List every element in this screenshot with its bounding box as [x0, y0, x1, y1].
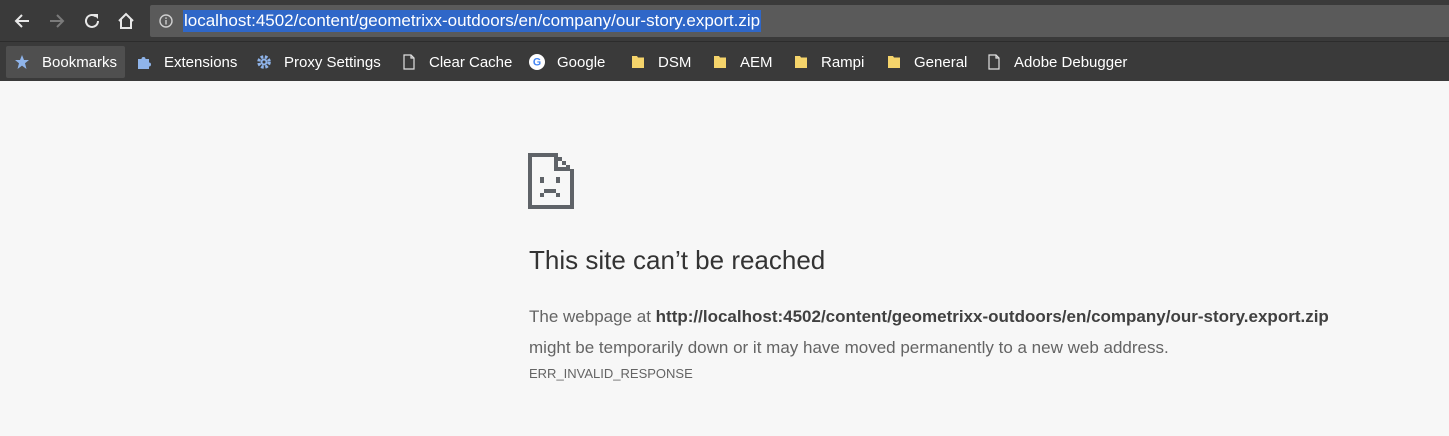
url-text[interactable]: localhost:4502/content/geometrixx-outdoo… — [183, 10, 762, 32]
bookmark-label: AEM — [740, 53, 773, 71]
bookmark-label: Adobe Debugger — [1014, 53, 1128, 71]
home-icon — [118, 12, 134, 29]
bookmark-label: Rampi — [821, 53, 865, 71]
svg-text:G: G — [533, 57, 541, 69]
arrow-right-icon — [50, 14, 65, 28]
error-page: This site can’t be reached The webpage a… — [0, 81, 1449, 436]
error-body-suffix: might be temporarily down or it may have… — [529, 338, 1169, 357]
page-icon — [401, 54, 417, 70]
bookmark-google[interactable]: G Google — [529, 46, 605, 78]
bookmark-adobe-debugger[interactable]: Adobe Debugger — [986, 46, 1127, 78]
bookmark-aem[interactable]: AEM — [712, 46, 773, 78]
browser-toolbar: localhost:4502/content/geometrixx-outdoo… — [0, 0, 1449, 41]
bookmark-rampi[interactable]: Rampi — [793, 46, 864, 78]
page-icon — [986, 54, 1002, 70]
bookmark-general[interactable]: General — [886, 46, 967, 78]
bookmark-label: Clear Cache — [429, 53, 513, 71]
folder-icon — [793, 54, 809, 70]
bookmark-dsm[interactable]: DSM — [630, 46, 691, 78]
error-code: ERR_INVALID_RESPONSE — [529, 366, 693, 381]
error-description: The webpage at http://localhost:4502/con… — [529, 301, 1429, 363]
info-icon[interactable] — [159, 14, 173, 28]
bookmark-label: DSM — [658, 53, 692, 71]
folder-icon — [630, 54, 646, 70]
bookmark-proxy-settings[interactable]: Proxy Settings — [256, 46, 381, 78]
bookmark-label: Proxy Settings — [284, 53, 381, 71]
sad-page-icon — [528, 153, 574, 209]
bookmark-label: General — [914, 53, 968, 71]
reload-button[interactable] — [79, 8, 105, 34]
bookmark-clear-cache[interactable]: Clear Cache — [401, 46, 512, 78]
address-bar[interactable]: localhost:4502/content/geometrixx-outdoo… — [150, 5, 1449, 37]
bookmark-bookmarks[interactable]: Bookmarks — [6, 46, 126, 78]
arrow-left-icon — [14, 14, 29, 28]
error-body-prefix: The webpage at — [529, 307, 656, 326]
error-url: http://localhost:4502/content/geometrixx… — [655, 307, 1329, 326]
folder-icon — [886, 54, 902, 70]
gear-icon — [256, 54, 272, 70]
forward-button[interactable] — [44, 8, 70, 34]
bookmark-extensions[interactable]: Extensions — [136, 46, 237, 78]
bookmark-label: Google — [557, 53, 606, 71]
puzzle-icon — [136, 54, 152, 70]
home-button[interactable] — [113, 8, 139, 34]
bookmark-label: Extensions — [164, 53, 238, 71]
error-title: This site can’t be reached — [529, 245, 826, 275]
back-button[interactable] — [9, 8, 35, 34]
reload-icon — [85, 13, 99, 28]
google-icon: G — [529, 54, 545, 70]
folder-icon — [712, 54, 728, 70]
bookmarks-bar: Bookmarks Extensions Proxy Settings Clea… — [0, 41, 1449, 81]
star-icon — [14, 54, 30, 70]
bookmark-label: Bookmarks — [42, 53, 118, 71]
